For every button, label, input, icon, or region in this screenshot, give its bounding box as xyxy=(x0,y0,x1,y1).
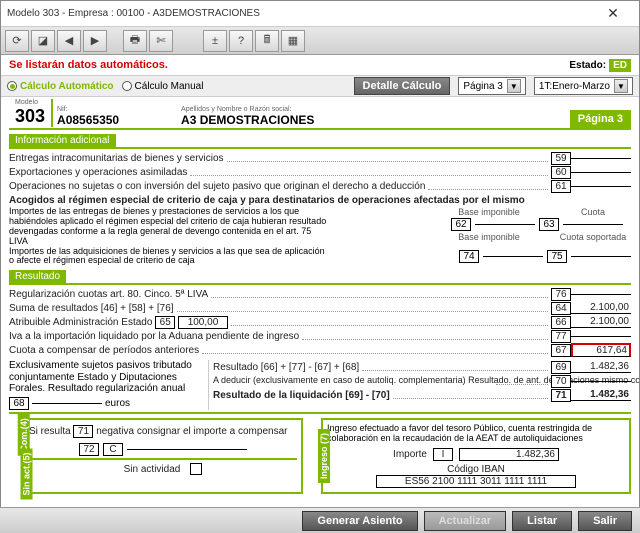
grid-icon[interactable]: ▦ xyxy=(281,30,305,52)
importe-value: 1.482,36 xyxy=(459,448,559,461)
line-65-66: Atribuible Administración Estado 65 100,… xyxy=(9,315,631,329)
mode-row: Cálculo Automático Cálculo Manual Detall… xyxy=(1,75,639,97)
bottom-panels: Com.(4) Sin act.(5) Si resulta 71 negati… xyxy=(9,418,631,494)
warning-text: Se listarán datos automáticos. xyxy=(9,59,168,71)
calc-icon[interactable]: 🖩 xyxy=(255,30,279,52)
listar-button[interactable]: Listar xyxy=(512,511,572,531)
input-63[interactable] xyxy=(563,224,623,225)
line-criterio-caja: Acogidos al régimen especial de criterio… xyxy=(9,193,631,207)
line-69: Resultado [66] + [77] - [67] + [68]691.4… xyxy=(213,360,631,374)
input-61[interactable] xyxy=(571,186,631,187)
name-label: Apellidos y Nombre o Razón social: xyxy=(181,106,566,113)
checkbox-sin-actividad[interactable] xyxy=(190,463,202,475)
nif-value: A08565350 xyxy=(57,113,177,127)
panel-compensar: Com.(4) Sin act.(5) Si resulta 71 negati… xyxy=(23,418,303,494)
modelo-label: Modelo xyxy=(15,99,45,106)
generar-asiento-button[interactable]: Generar Asiento xyxy=(302,511,417,531)
help-icon[interactable]: ? xyxy=(229,30,253,52)
refresh-icon[interactable]: ⟳ xyxy=(5,30,29,52)
window-title: Modelo 303 - Empresa : 00100 - A3DEMOSTR… xyxy=(7,8,593,19)
input-72[interactable] xyxy=(127,449,247,450)
input-77[interactable] xyxy=(571,336,631,337)
modelo-number: 303 xyxy=(15,106,45,127)
print-icon[interactable]: 🖶 xyxy=(123,30,147,52)
input-62[interactable] xyxy=(475,224,535,225)
input-76[interactable] xyxy=(571,294,631,295)
nif-label: Nif: xyxy=(57,106,177,113)
value-69: 1.482,36 xyxy=(571,361,631,373)
line-64: Suma de resultados [46] + [58] + [76]642… xyxy=(9,301,631,315)
titlebar: Modelo 303 - Empresa : 00100 - A3DEMOSTR… xyxy=(1,1,639,27)
value-66: 2.100,00 xyxy=(571,316,631,328)
input-70[interactable] xyxy=(571,381,631,382)
toolbar: ⟳ ◪ ◀ ▶ 🖶 ✄ ± ? 🖩 ▦ xyxy=(1,27,639,55)
cols-62-63: Importes de las entregas de bienes y pre… xyxy=(9,207,631,247)
status-row: Se listarán datos automáticos. Estado: E… xyxy=(1,55,639,75)
line-77: Iva a la importación liquidado por la Ad… xyxy=(9,329,631,343)
input-68[interactable] xyxy=(32,403,102,404)
input-65[interactable]: 100,00 xyxy=(178,316,228,329)
salir-button[interactable]: Salir xyxy=(578,511,632,531)
detalle-calculo-button[interactable]: Detalle Cálculo xyxy=(354,77,451,95)
value-71: 1.482,36 xyxy=(571,389,631,401)
line-59: Entregas intracomunitarias de bienes y s… xyxy=(9,151,631,165)
plusminus-icon[interactable]: ± xyxy=(203,30,227,52)
sub-68-71: Exclusivamente sujetos pasivos tributado… xyxy=(9,360,631,410)
iban-value[interactable]: ES56 2100 1111 3011 1111 1111 xyxy=(376,475,576,488)
radio-manual[interactable]: Cálculo Manual xyxy=(122,81,204,92)
line-76: Regularización cuotas art. 80. Cinco. 5ª… xyxy=(9,287,631,301)
panel-ingreso: Ingreso (7) Ingreso efectuado a favor de… xyxy=(321,418,631,494)
actualizar-button: Actualizar xyxy=(424,511,507,531)
edit-icon[interactable]: ◪ xyxy=(31,30,55,52)
input-60[interactable] xyxy=(571,172,631,173)
chevron-down-icon[interactable]: ▼ xyxy=(614,79,628,93)
name-value: A3 DEMOSTRACIONES xyxy=(181,113,566,127)
estado-label: Estado: ED xyxy=(569,59,631,71)
vlabel-ingreso: Ingreso (7) xyxy=(318,429,330,483)
section-resultado: Resultado xyxy=(9,270,66,283)
line-70: A deducir (exclusivamente en caso de aut… xyxy=(213,374,631,388)
line-71: Resultado de la liquidación [69] - [70]7… xyxy=(213,388,631,402)
page-tab: Página 3 xyxy=(570,110,631,128)
line-61: Operaciones no sujetas o con inversión d… xyxy=(9,179,631,193)
section-info-adicional: Información adicional xyxy=(9,134,116,147)
input-74[interactable] xyxy=(483,256,543,257)
input-75[interactable] xyxy=(571,256,631,257)
value-64: 2.100,00 xyxy=(571,302,631,314)
chevron-down-icon[interactable]: ▼ xyxy=(507,79,521,93)
close-button[interactable]: ✕ xyxy=(593,3,633,25)
value-67[interactable]: 617,64 xyxy=(571,343,631,357)
line-67: Cuota a compensar de períodos anteriores… xyxy=(9,343,631,357)
input-59[interactable] xyxy=(571,158,631,159)
prev-icon[interactable]: ◀ xyxy=(57,30,81,52)
line-60: Exportaciones y operaciones asimiladas60 xyxy=(9,165,631,179)
content-area: Modelo 303 Nif: A08565350 Apellidos y No… xyxy=(1,97,639,506)
period-select[interactable]: 1T:Enero-Marzo▼ xyxy=(534,77,633,95)
vlabel-sin: Sin act.(5) xyxy=(21,449,33,500)
next-icon[interactable]: ▶ xyxy=(83,30,107,52)
cut-icon[interactable]: ✄ xyxy=(149,30,173,52)
model-header: Modelo 303 Nif: A08565350 Apellidos y No… xyxy=(9,99,631,130)
cols-74-75: Importes de las adquisiciones de bienes … xyxy=(9,247,631,267)
estado-badge: ED xyxy=(609,59,631,72)
radio-auto[interactable]: Cálculo Automático xyxy=(7,81,114,92)
footer: Generar Asiento Actualizar Listar Salir xyxy=(0,507,640,533)
page-select[interactable]: Página 3▼ xyxy=(458,77,525,95)
